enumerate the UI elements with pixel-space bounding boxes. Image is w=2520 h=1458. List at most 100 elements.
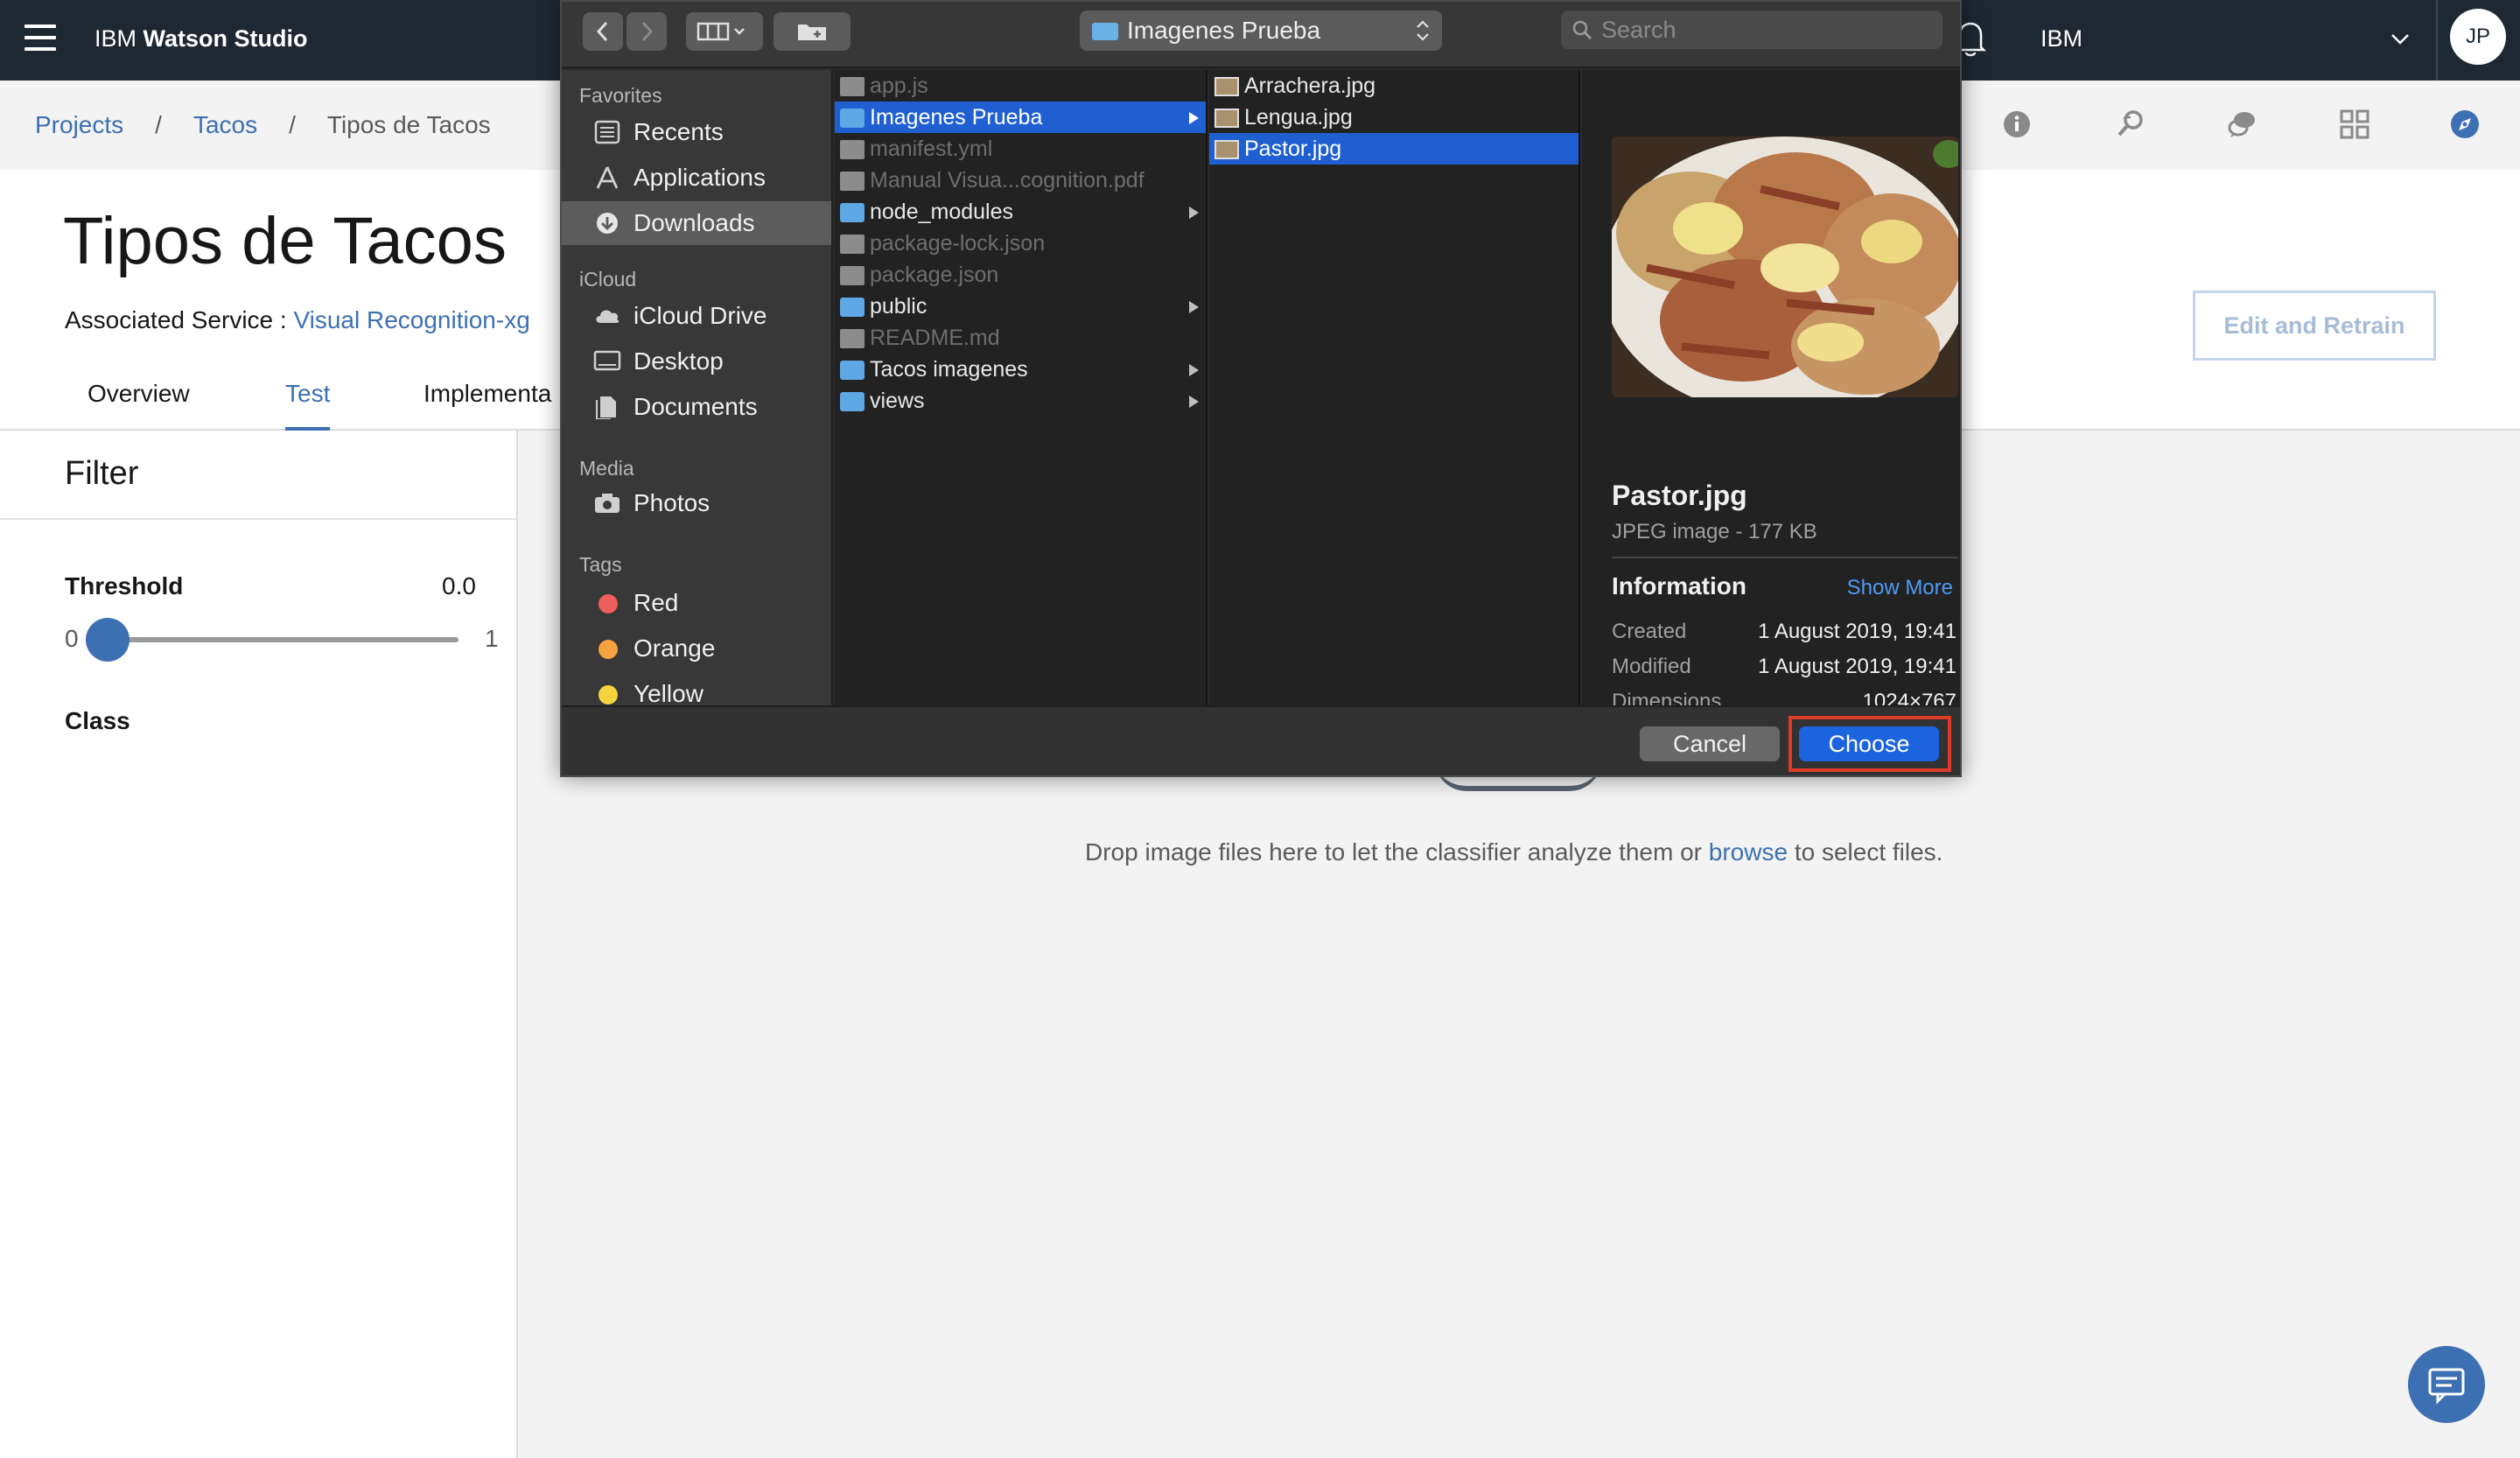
tab-test[interactable]: Test (285, 368, 331, 431)
breadcrumb-tacos[interactable]: Tacos (193, 111, 257, 138)
desktop-icon (593, 350, 621, 371)
location-dropdown[interactable]: Imagenes Prueba (1080, 11, 1442, 51)
threshold-slider-track[interactable] (107, 637, 458, 642)
comments-icon[interactable] (2224, 106, 2261, 143)
divider (0, 518, 518, 520)
tab-overview[interactable]: Overview (88, 368, 190, 431)
favorites-heading: Favorites (579, 84, 662, 107)
breadcrumb-current: Tipos de Tacos (326, 111, 491, 138)
red-tag-dot-icon (598, 594, 618, 613)
file-row[interactable]: package.json (835, 259, 1206, 291)
app-brand[interactable]: IBM Watson Studio (94, 0, 308, 81)
edit-and-retrain-button[interactable]: Edit and Retrain (2193, 291, 2436, 361)
info-label: Dimensions (1612, 690, 1722, 705)
view-mode-button[interactable] (686, 12, 763, 51)
apps-grid-icon[interactable] (2336, 106, 2373, 143)
slider-min-label: 0 (65, 625, 79, 652)
media-heading: Media (579, 457, 634, 480)
file-row[interactable]: Pastor.jpg (1209, 133, 1578, 165)
documents-icon (596, 396, 616, 419)
back-button[interactable] (583, 12, 623, 51)
new-folder-button[interactable] (774, 12, 850, 51)
cloud-icon (596, 310, 620, 323)
folder-row[interactable]: views (835, 385, 1206, 417)
file-name: package-lock.json (870, 231, 1046, 256)
folder-row[interactable]: public (835, 291, 1206, 322)
tab-implementation[interactable]: Implementa (424, 368, 551, 431)
file-row[interactable]: README.md (835, 322, 1206, 354)
file-row[interactable]: package-lock.json (835, 228, 1206, 259)
file-row[interactable]: manifest.yml (835, 133, 1206, 165)
folder-name: public (870, 294, 928, 319)
service-label: Associated Service : (65, 306, 287, 333)
sidebar-label: Orange (634, 634, 716, 662)
compass-icon[interactable] (2446, 106, 2483, 143)
folder-row[interactable]: Imagenes Prueba (835, 102, 1206, 133)
browser-column-2: Arrachera.jpg Lengua.jpg Pastor.jpg (1209, 70, 1580, 705)
sidebar-tag-orange[interactable]: Orange (562, 627, 831, 670)
file-name: package.json (870, 263, 999, 287)
find-replace-icon[interactable] (2112, 106, 2149, 143)
sidebar-item-recents[interactable]: Recents (562, 110, 831, 154)
chat-icon (2428, 1368, 2465, 1405)
show-more-link[interactable]: Show More (1847, 576, 1953, 600)
info-value: 1 August 2019, 19:41 (1758, 620, 1956, 643)
file-icon (840, 172, 864, 191)
sidebar-item-icloud-drive[interactable]: iCloud Drive (562, 294, 831, 338)
search-placeholder: Search (1601, 17, 1676, 43)
dropzone-text-before: Drop image files here to let the classif… (1085, 838, 1702, 866)
breadcrumb-projects[interactable]: Projects (35, 111, 123, 138)
cancel-button[interactable]: Cancel (1640, 726, 1780, 761)
folder-name: views (870, 389, 925, 413)
sidebar-item-applications[interactable]: Applications (562, 156, 831, 200)
threshold-slider-handle[interactable] (86, 618, 130, 662)
sidebar-label: Documents (634, 393, 758, 420)
sidebar-item-downloads[interactable]: Downloads (562, 201, 831, 245)
dialog-sidebar: Favorites Recents Applications Downloads… (562, 70, 833, 705)
hamburger-menu-icon[interactable] (24, 25, 56, 53)
downloads-icon (597, 213, 618, 234)
sidebar-item-documents[interactable]: Documents (562, 385, 831, 429)
choose-button[interactable]: Choose (1799, 726, 1939, 761)
folder-row[interactable]: Tacos imagenes (835, 354, 1206, 385)
preview-pane: Pastor.jpg JPEG image - 177 KB Informati… (1582, 70, 1960, 705)
folder-icon (840, 298, 864, 317)
file-row[interactable]: app.js (835, 70, 1206, 102)
file-icon (840, 140, 864, 159)
brand-prefix: IBM (94, 25, 137, 52)
columns-view-icon (696, 22, 745, 41)
sidebar-label: Applications (634, 164, 766, 191)
dropzone-text: Drop image files here to let the classif… (1085, 838, 1942, 866)
file-row[interactable]: Manual Visua...cognition.pdf (835, 165, 1206, 196)
class-label: Class (65, 707, 130, 734)
service-link[interactable]: Visual Recognition-xg (293, 306, 529, 333)
folder-name: Tacos imagenes (870, 357, 1028, 382)
sidebar-label: Desktop (634, 347, 724, 375)
chat-button[interactable] (2408, 1346, 2485, 1423)
sidebar-tag-yellow[interactable]: Yellow (562, 672, 831, 705)
associated-service: Associated Service : Visual Recognition-… (65, 306, 530, 334)
applications-icon (596, 166, 619, 189)
sidebar-label: Recents (634, 118, 724, 145)
disclosure-arrow-icon (1189, 364, 1199, 376)
browse-link[interactable]: browse (1709, 838, 1788, 866)
threshold-label: Threshold (65, 572, 184, 599)
file-row[interactable]: Arrachera.jpg (1209, 70, 1578, 102)
sidebar-tag-red[interactable]: Red (562, 581, 831, 625)
search-field[interactable]: Search (1561, 11, 1942, 49)
location-label: Imagenes Prueba (1127, 17, 1321, 44)
avatar[interactable]: JP (2450, 9, 2506, 65)
sidebar-item-photos[interactable]: Photos (562, 481, 831, 525)
info-icon[interactable] (1998, 106, 2035, 143)
account-switcher[interactable]: IBM (2040, 0, 2082, 81)
file-name: Pastor.jpg (1244, 137, 1342, 161)
orange-tag-dot-icon (598, 640, 618, 659)
file-name: app.js (870, 74, 928, 98)
forward-button[interactable] (626, 12, 667, 51)
image-file-icon (1214, 77, 1239, 96)
brand-name: Watson Studio (143, 25, 308, 52)
file-row[interactable]: Lengua.jpg (1209, 102, 1578, 133)
sidebar-item-desktop[interactable]: Desktop (562, 340, 831, 383)
folder-row[interactable]: node_modules (835, 196, 1206, 228)
chevron-down-icon[interactable] (2387, 26, 2413, 53)
